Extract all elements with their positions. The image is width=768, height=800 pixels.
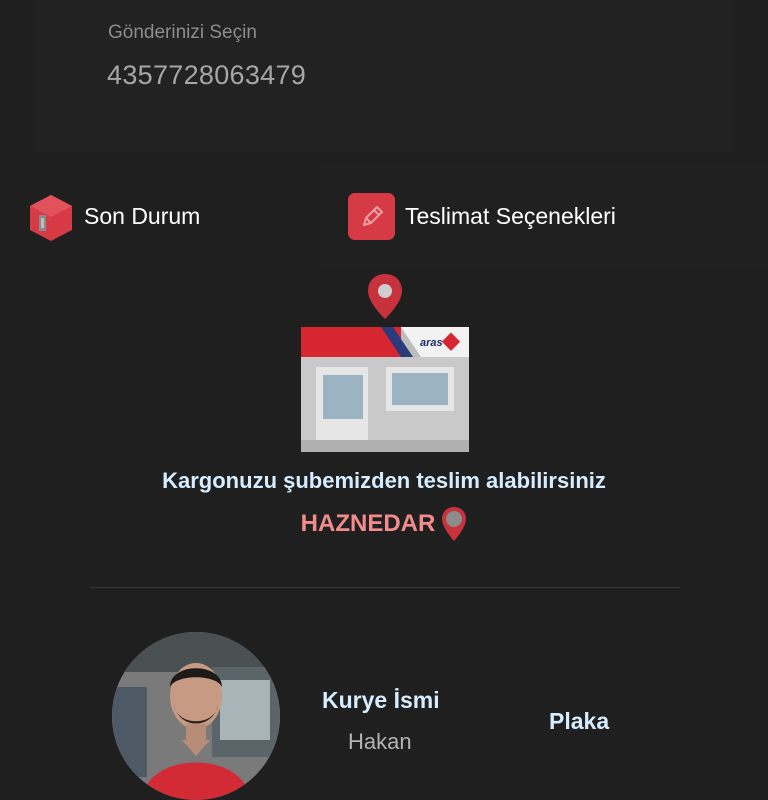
section-divider xyxy=(90,587,680,588)
svg-text:aras: aras xyxy=(420,337,443,349)
tab-teslimat-label: Teslimat Seçenekleri xyxy=(405,203,616,229)
box-icon xyxy=(30,195,72,241)
plate-title: Plaka xyxy=(549,708,610,734)
courier-name-value: Hakan xyxy=(348,729,412,754)
map-pin-icon xyxy=(442,507,467,541)
pencil-icon xyxy=(348,193,395,240)
tab-son-durum-label: Son Durum xyxy=(84,203,201,229)
courier-name-title: Kurye İsmi xyxy=(322,687,440,713)
pickup-message: Kargonuzu şubemizden teslim alabilirsini… xyxy=(162,468,606,493)
tab-son-durum[interactable]: Son Durum xyxy=(0,165,320,270)
courier-avatar xyxy=(112,632,280,800)
tab-teslimat-secenekleri[interactable]: Teslimat Seçenekleri xyxy=(320,165,768,270)
branch-name: HAZNEDAR xyxy=(300,510,436,537)
location-pin-icon xyxy=(368,274,402,319)
branch-building-illustration: aras xyxy=(301,274,469,452)
branch-link[interactable]: HAZNEDAR xyxy=(0,506,768,542)
shipment-select-label: Gönderinizi Seçin xyxy=(108,22,257,43)
shipment-number[interactable]: 4357728063479 xyxy=(107,60,306,91)
